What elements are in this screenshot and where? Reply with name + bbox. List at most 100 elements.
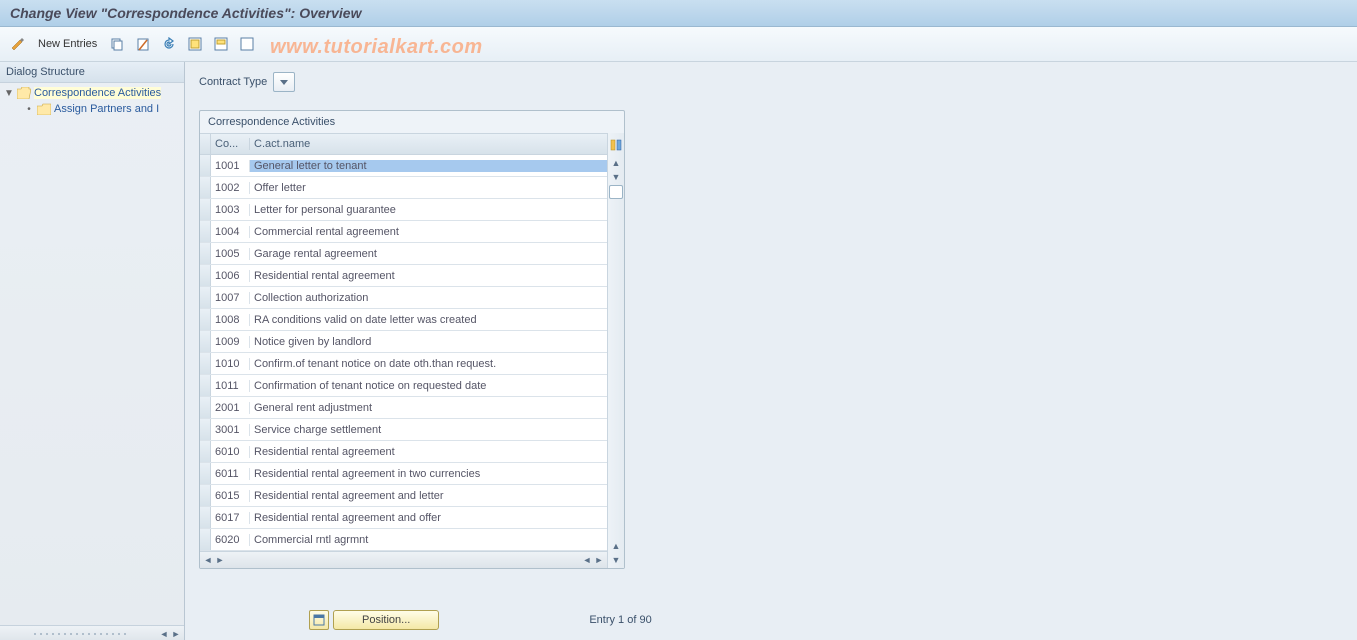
cell-name[interactable]: Offer letter <box>250 182 607 194</box>
row-selector[interactable] <box>200 529 211 550</box>
table-row[interactable]: 6010Residential rental agreement <box>200 441 607 463</box>
table-row[interactable]: 1010Confirm.of tenant notice on date oth… <box>200 353 607 375</box>
copy-icon[interactable] <box>107 34 127 54</box>
table-settings-icon[interactable] <box>603 135 629 155</box>
cell-name[interactable]: Confirmation of tenant notice on request… <box>250 380 607 392</box>
column-header-code[interactable]: Co... <box>211 138 250 150</box>
table-row[interactable]: 2001General rent adjustment <box>200 397 607 419</box>
scroll-down-icon[interactable]: ▼ <box>610 171 622 183</box>
scroll-right-icon[interactable]: ► <box>214 554 226 566</box>
row-selector[interactable] <box>200 243 211 264</box>
cell-code[interactable]: 1004 <box>211 226 250 238</box>
cell-code[interactable]: 6015 <box>211 490 250 502</box>
row-selector[interactable] <box>200 353 211 374</box>
cell-name[interactable]: Residential rental agreement and letter <box>250 490 607 502</box>
row-selector[interactable] <box>200 287 211 308</box>
table-row[interactable]: 6015Residential rental agreement and let… <box>200 485 607 507</box>
cell-name[interactable]: Service charge settlement <box>250 424 607 436</box>
toggle-edit-icon[interactable] <box>8 34 28 54</box>
table-row[interactable]: 1002Offer letter <box>200 177 607 199</box>
cell-code[interactable]: 6011 <box>211 468 250 480</box>
row-selector[interactable] <box>200 221 211 242</box>
cell-code[interactable]: 6020 <box>211 534 250 546</box>
select-all-icon[interactable] <box>185 34 205 54</box>
cell-name[interactable]: Residential rental agreement in two curr… <box>250 468 607 480</box>
row-selector[interactable] <box>200 331 211 352</box>
scroll-left-icon[interactable]: ◄ <box>581 554 593 566</box>
cell-code[interactable]: 1009 <box>211 336 250 348</box>
row-selector[interactable] <box>200 199 211 220</box>
row-selector[interactable] <box>200 375 211 396</box>
cell-name[interactable]: General rent adjustment <box>250 402 607 414</box>
table-row[interactable]: 1001General letter to tenant <box>200 155 607 177</box>
row-selector[interactable] <box>200 177 211 198</box>
cell-code[interactable]: 1003 <box>211 204 250 216</box>
cell-code[interactable]: 1007 <box>211 292 250 304</box>
row-selector[interactable] <box>200 155 211 176</box>
table-row[interactable]: 6017Residential rental agreement and off… <box>200 507 607 529</box>
scroll-right-icon[interactable]: ► <box>170 628 182 640</box>
cell-code[interactable]: 6017 <box>211 512 250 524</box>
table-row[interactable]: 1011Confirmation of tenant notice on req… <box>200 375 607 397</box>
cell-code[interactable]: 1005 <box>211 248 250 260</box>
cell-name[interactable]: General letter to tenant <box>250 160 607 172</box>
cell-code[interactable]: 1001 <box>211 160 250 172</box>
table-row[interactable]: 6020Commercial rntl agrmnt <box>200 529 607 551</box>
cell-code[interactable]: 3001 <box>211 424 250 436</box>
row-selector[interactable] <box>200 309 211 330</box>
row-selector-header[interactable] <box>200 134 211 154</box>
table-row[interactable]: 1003Letter for personal guarantee <box>200 199 607 221</box>
cell-code[interactable]: 1002 <box>211 182 250 194</box>
contract-type-dropdown[interactable] <box>273 72 295 92</box>
cell-code[interactable]: 2001 <box>211 402 250 414</box>
table-vertical-scrollbar[interactable]: ▲ ▼ ▲ ▼ <box>607 133 624 568</box>
cell-name[interactable]: Garage rental agreement <box>250 248 607 260</box>
tree-node-correspondence-activities[interactable]: ▼ Correspondence Activities <box>0 85 184 101</box>
table-row[interactable]: 1004Commercial rental agreement <box>200 221 607 243</box>
row-selector[interactable] <box>200 441 211 462</box>
cell-code[interactable]: 1006 <box>211 270 250 282</box>
row-selector[interactable] <box>200 265 211 286</box>
cell-code[interactable]: 1010 <box>211 358 250 370</box>
undo-icon[interactable] <box>159 34 179 54</box>
deselect-all-icon[interactable] <box>237 34 257 54</box>
cell-name[interactable]: RA conditions valid on date letter was c… <box>250 314 607 326</box>
scroll-down-icon[interactable]: ▼ <box>610 554 622 566</box>
cell-name[interactable]: Collection authorization <box>250 292 607 304</box>
position-button[interactable]: Position... <box>333 610 439 630</box>
row-selector[interactable] <box>200 397 211 418</box>
new-entries-button[interactable]: New Entries <box>34 38 101 50</box>
cell-code[interactable]: 1011 <box>211 380 250 392</box>
tree-horizontal-scrollbar[interactable]: ◄ ► <box>0 625 184 640</box>
scroll-left-icon[interactable]: ◄ <box>158 628 170 640</box>
scroll-left-icon[interactable]: ◄ <box>202 554 214 566</box>
cell-name[interactable]: Residential rental agreement <box>250 270 607 282</box>
select-block-icon[interactable] <box>211 34 231 54</box>
scroll-right-icon[interactable]: ► <box>593 554 605 566</box>
cell-name[interactable]: Commercial rental agreement <box>250 226 607 238</box>
cell-name[interactable]: Residential rental agreement and offer <box>250 512 607 524</box>
table-row[interactable]: 1009Notice given by landlord <box>200 331 607 353</box>
row-selector[interactable] <box>200 419 211 440</box>
scroll-select-box[interactable] <box>609 185 623 199</box>
scroll-up-icon[interactable]: ▲ <box>610 157 622 169</box>
table-row[interactable]: 1008RA conditions valid on date letter w… <box>200 309 607 331</box>
cell-name[interactable]: Confirm.of tenant notice on date oth.tha… <box>250 358 607 370</box>
table-horizontal-scrollbar[interactable]: ◄ ► ◄ ► <box>200 551 607 568</box>
cell-name[interactable]: Letter for personal guarantee <box>250 204 607 216</box>
cell-name[interactable]: Commercial rntl agrmnt <box>250 534 607 546</box>
delete-icon[interactable] <box>133 34 153 54</box>
scroll-up-icon[interactable]: ▲ <box>610 540 622 552</box>
row-selector[interactable] <box>200 485 211 506</box>
table-row[interactable]: 1007Collection authorization <box>200 287 607 309</box>
cell-name[interactable]: Residential rental agreement <box>250 446 607 458</box>
table-row[interactable]: 1005Garage rental agreement <box>200 243 607 265</box>
cell-code[interactable]: 6010 <box>211 446 250 458</box>
row-selector[interactable] <box>200 463 211 484</box>
table-row[interactable]: 6011Residential rental agreement in two … <box>200 463 607 485</box>
position-icon[interactable] <box>309 610 329 630</box>
column-header-name[interactable]: C.act.name <box>250 138 607 150</box>
tree-collapse-icon[interactable]: ▼ <box>4 88 14 99</box>
table-row[interactable]: 3001Service charge settlement <box>200 419 607 441</box>
table-row[interactable]: 1006Residential rental agreement <box>200 265 607 287</box>
